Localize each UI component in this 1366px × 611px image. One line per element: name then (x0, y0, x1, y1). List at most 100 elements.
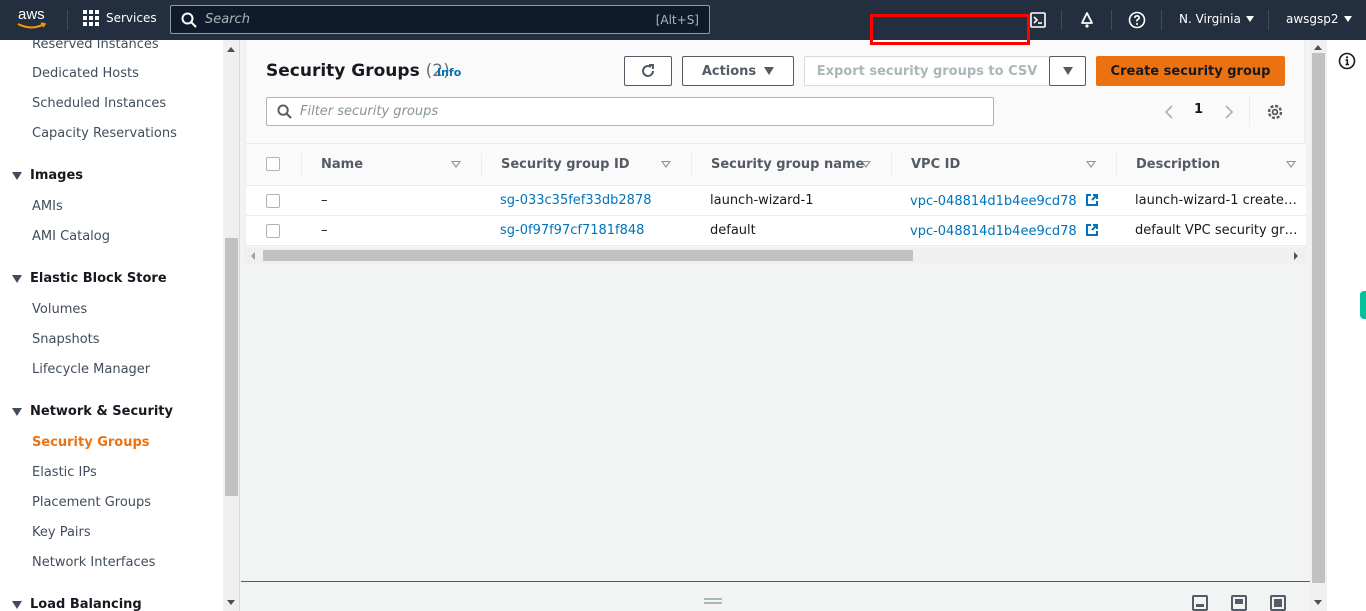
cloudshell-icon (1030, 12, 1046, 28)
sidebar-section-elastic-block-store[interactable]: Elastic Block Store (12, 271, 167, 286)
caret-down-icon (1245, 16, 1254, 22)
cell-security-group-name: launch-wizard-1 (710, 193, 814, 208)
right-tools-rail (1327, 40, 1366, 611)
scroll-down-arrow-icon[interactable] (1314, 600, 1322, 605)
sidebar-item-network-interfaces[interactable]: Network Interfaces (32, 555, 155, 570)
cell-description: default VPC security gr… (1135, 223, 1298, 238)
external-link-icon (1085, 224, 1098, 236)
services-menu-button[interactable]: Services (83, 10, 157, 26)
column-header-description[interactable]: Description (1136, 157, 1220, 172)
cloudshell-button[interactable] (1028, 10, 1048, 30)
page-title: Security Groups (2) (266, 61, 450, 81)
grid-icon (83, 10, 99, 26)
caret-down-icon (1343, 16, 1352, 22)
sidebar-item-placement-groups[interactable]: Placement Groups (32, 495, 151, 510)
feedback-tab[interactable] (1360, 291, 1366, 319)
sort-icon[interactable] (661, 161, 671, 168)
account-menu[interactable]: awsgsp2 (1286, 12, 1352, 26)
table-horizontal-scrollbar[interactable] (246, 247, 1306, 264)
cell-name: – (321, 193, 328, 208)
sort-icon[interactable] (451, 161, 461, 168)
services-label: Services (106, 11, 157, 25)
actions-dropdown-button[interactable]: Actions (682, 56, 794, 86)
caret-down-icon (12, 407, 22, 416)
cell-vpc-id-link[interactable]: vpc-048814d1b4ee9cd78 (910, 193, 1099, 209)
sidebar-section-load-balancing[interactable]: Load Balancing (12, 597, 142, 611)
select-all-checkbox[interactable] (266, 157, 280, 171)
region-selector[interactable]: N. Virginia (1179, 12, 1254, 26)
caret-down-icon (1062, 67, 1073, 75)
sort-icon[interactable] (1086, 161, 1096, 168)
info-link[interactable]: Info (437, 66, 461, 79)
help-button[interactable] (1127, 10, 1147, 30)
search-placeholder: Search (205, 12, 250, 27)
scroll-up-arrow-icon[interactable] (1314, 45, 1322, 50)
table-row[interactable]: – sg-033c35fef33db2878 launch-wizard-1 v… (246, 186, 1306, 216)
sort-icon[interactable] (861, 161, 871, 168)
split-panel-resize-handle[interactable] (704, 598, 722, 606)
sidebar-scrollbar[interactable] (223, 40, 240, 611)
cell-security-group-id-link[interactable]: sg-033c35fef33db2878 (500, 193, 652, 208)
column-header-security-group-id[interactable]: Security group ID (501, 157, 630, 172)
next-page-icon[interactable] (1222, 104, 1236, 120)
sidebar-section-images[interactable]: Images (12, 168, 83, 183)
cell-vpc-id-link[interactable]: vpc-048814d1b4ee9cd78 (910, 223, 1099, 239)
cell-security-group-id-link[interactable]: sg-0f97f97cf7181f848 (500, 223, 644, 238)
split-panel-hidden-icon[interactable] (1270, 595, 1286, 611)
table-scroll-thumb[interactable] (263, 250, 913, 261)
filter-security-groups-input[interactable]: Filter security groups (266, 97, 994, 126)
caret-down-icon (12, 600, 22, 609)
sidebar-item-security-groups[interactable]: Security Groups (32, 435, 150, 450)
current-page-number[interactable]: 1 (1194, 102, 1203, 117)
create-security-group-button[interactable]: Create security group (1096, 56, 1285, 86)
caret-down-icon (12, 274, 22, 283)
export-dropdown-button[interactable] (1049, 56, 1086, 86)
scroll-down-arrow-icon[interactable] (227, 600, 235, 605)
refresh-button[interactable] (624, 56, 672, 86)
row-checkbox[interactable] (266, 194, 280, 208)
cell-description: launch-wizard-1 create… (1135, 193, 1297, 208)
info-panel-icon[interactable] (1338, 52, 1356, 70)
global-search-input[interactable]: Search [Alt+S] (170, 5, 710, 34)
split-panel-bottom-icon[interactable] (1192, 595, 1208, 611)
main-scrollbar[interactable] (1310, 40, 1327, 611)
scroll-left-arrow-icon[interactable] (251, 252, 255, 260)
sidebar-item-snapshots[interactable]: Snapshots (32, 332, 100, 347)
sidebar-scroll-thumb[interactable] (225, 238, 238, 496)
sort-icon[interactable] (1286, 161, 1296, 168)
row-checkbox[interactable] (266, 224, 280, 238)
filter-placeholder: Filter security groups (300, 104, 439, 119)
sidebar-item-volumes[interactable]: Volumes (32, 302, 87, 317)
scroll-up-arrow-icon[interactable] (227, 47, 235, 52)
notifications-button[interactable] (1077, 10, 1097, 30)
scroll-right-arrow-icon[interactable] (1294, 252, 1298, 260)
sidebar-item-elastic-ips[interactable]: Elastic IPs (32, 465, 97, 480)
nav-divider (67, 10, 68, 30)
sidebar-item-ami-catalog[interactable]: AMI Catalog (32, 229, 110, 244)
split-panel-side-icon[interactable] (1231, 595, 1247, 611)
account-label: awsgsp2 (1286, 12, 1339, 26)
aws-smile-icon (17, 22, 47, 29)
column-header-name[interactable]: Name (321, 157, 363, 172)
sidebar-item-dedicated-hosts[interactable]: Dedicated Hosts (32, 66, 139, 81)
main-scroll-thumb[interactable] (1312, 53, 1325, 583)
sidebar-item-capacity-reservations[interactable]: Capacity Reservations (32, 126, 177, 141)
column-header-vpc-id[interactable]: VPC ID (911, 157, 960, 172)
export-csv-button[interactable]: Export security groups to CSV (804, 56, 1050, 86)
aws-logo[interactable]: aws (17, 6, 53, 34)
column-header-security-group-name[interactable]: Security group name (711, 157, 864, 172)
sidebar-item-reserved-instances[interactable]: Reserved Instances (32, 40, 159, 52)
sidebar-item-lifecycle-manager[interactable]: Lifecycle Manager (32, 362, 150, 377)
table-row[interactable]: – sg-0f97f97cf7181f848 default vpc-04881… (246, 216, 1306, 246)
top-navigation: aws Services Search [Alt+S] N. Virginia … (0, 0, 1366, 40)
previous-page-icon[interactable] (1162, 104, 1176, 120)
settings-gear-icon[interactable] (1266, 103, 1284, 121)
main-content: Security Groups (2) Info Actions Export … (241, 40, 1310, 611)
sidebar-item-amis[interactable]: AMIs (32, 199, 63, 214)
sidebar-section-network-security[interactable]: Network & Security (12, 404, 173, 419)
highlight-box (870, 14, 1030, 45)
sidebar-navigation: Reserved Instances Dedicated Hosts Sched… (0, 40, 223, 611)
sidebar-item-scheduled-instances[interactable]: Scheduled Instances (32, 96, 166, 111)
split-panel-divider (241, 581, 1310, 582)
sidebar-item-key-pairs[interactable]: Key Pairs (32, 525, 91, 540)
